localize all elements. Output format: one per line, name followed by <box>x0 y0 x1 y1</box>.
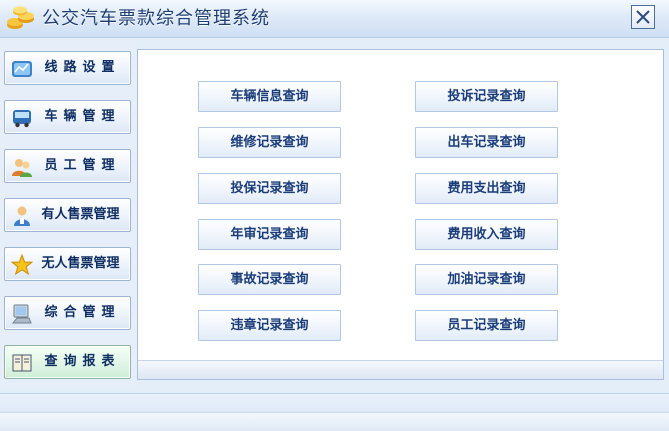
violation-record-query-button[interactable]: 违章记录查询 <box>198 310 341 341</box>
nav-label: 车辆管理 <box>44 109 121 124</box>
nav-label: 有人售票管理 <box>41 207 120 222</box>
vehicle-info-query-button[interactable]: 车辆信息查询 <box>198 81 341 112</box>
staff-record-query-button[interactable]: 员工记录查询 <box>415 310 558 341</box>
status-bar <box>0 393 669 431</box>
star-icon <box>11 254 33 276</box>
trip-record-query-button[interactable]: 出车记录查询 <box>415 127 558 158</box>
title-bar: 公交汽车票款综合管理系统 <box>0 0 669 38</box>
coins-logo-icon <box>7 6 34 29</box>
income-query-button[interactable]: 费用收入查询 <box>415 219 558 250</box>
nav-general-management[interactable]: 综合管理 <box>4 296 131 330</box>
accident-record-query-button[interactable]: 事故记录查询 <box>198 264 341 295</box>
close-icon <box>636 10 650 24</box>
query-panel: 车辆信息查询 维修记录查询 投保记录查询 年审记录查询 事故记录查询 违章记录查… <box>137 49 664 380</box>
expense-query-button[interactable]: 费用支出查询 <box>415 173 558 204</box>
users-icon <box>12 159 32 177</box>
computer-icon <box>11 304 32 324</box>
complaint-record-query-button[interactable]: 投诉记录查询 <box>415 81 558 112</box>
nav-label: 线路设置 <box>44 60 121 75</box>
bus-icon <box>13 110 31 128</box>
nav-query-reports[interactable]: 查询报表 <box>4 345 131 379</box>
close-button[interactable] <box>631 5 655 29</box>
app-title: 公交汽车票款综合管理系统 <box>42 8 270 29</box>
repair-record-query-button[interactable]: 维修记录查询 <box>198 127 341 158</box>
nav-route-settings[interactable]: 线路设置 <box>4 51 131 85</box>
report-book-icon <box>12 354 32 372</box>
nav-label: 员工管理 <box>44 158 121 173</box>
nav-manned-ticketing[interactable]: 有人售票管理 <box>4 198 131 232</box>
nav-label: 查询报表 <box>44 354 121 369</box>
nav-label: 无人售票管理 <box>41 256 120 271</box>
route-settings-icon <box>12 61 32 77</box>
nav-vehicle-management[interactable]: 车辆管理 <box>4 100 131 134</box>
horizontal-scrollbar[interactable] <box>138 360 663 379</box>
nav-unmanned-ticketing[interactable]: 无人售票管理 <box>4 247 131 281</box>
insurance-record-query-button[interactable]: 投保记录查询 <box>198 173 341 204</box>
annual-review-query-button[interactable]: 年审记录查询 <box>198 219 341 250</box>
ticket-seller-icon <box>14 206 30 226</box>
status-strip <box>0 412 669 431</box>
nav-label: 综合管理 <box>44 305 121 320</box>
nav-staff-management[interactable]: 员工管理 <box>4 149 131 183</box>
nav-panel: 线路设置 车辆管理 员工管理 有人售票管理 无人售票管理 综合管理 查询报表 <box>0 40 136 386</box>
refuel-record-query-button[interactable]: 加油记录查询 <box>415 264 558 295</box>
